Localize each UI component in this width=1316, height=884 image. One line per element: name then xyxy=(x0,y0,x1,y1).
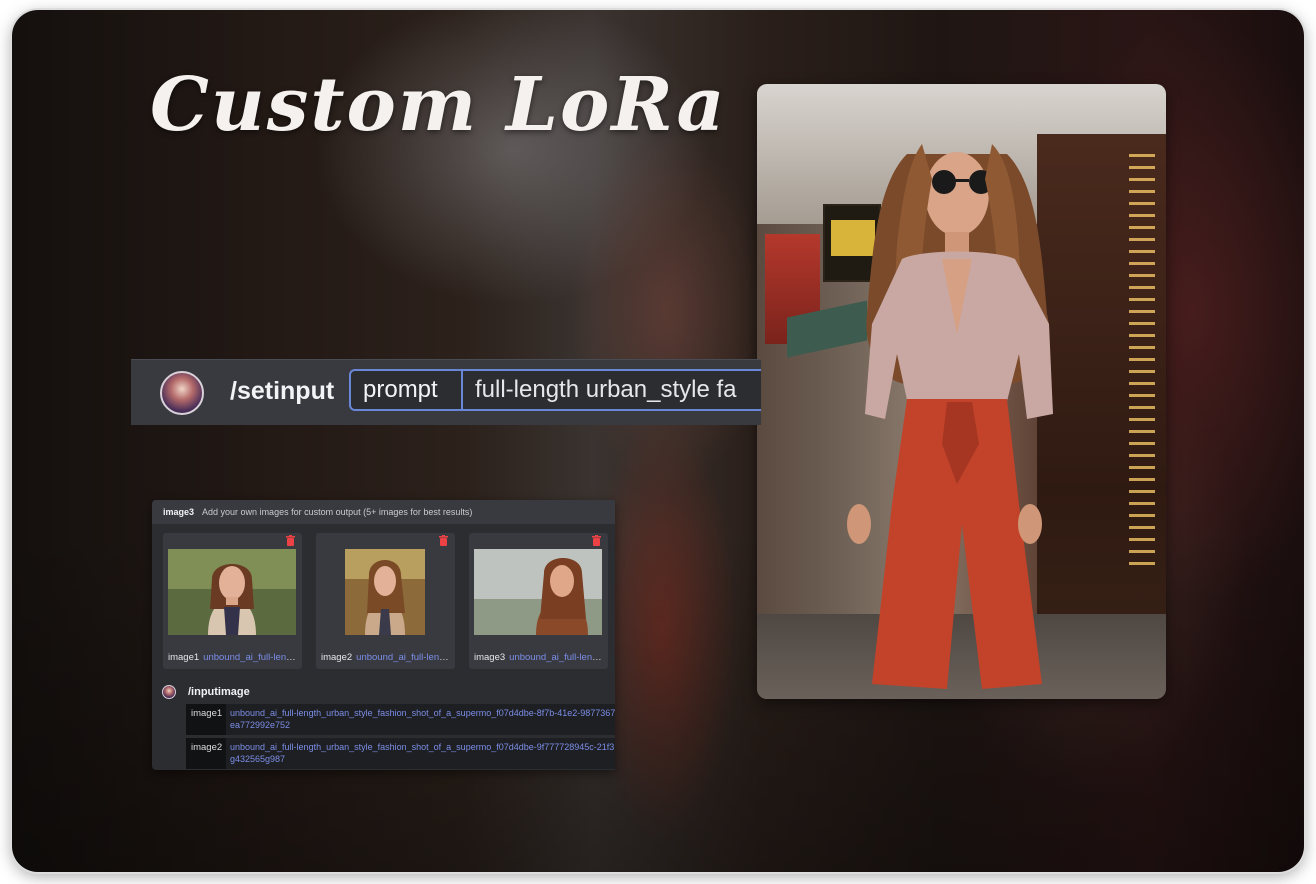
portrait-thumbnail[interactable] xyxy=(168,549,296,635)
command-name: /setinput xyxy=(230,377,335,405)
tile-filename-link[interactable]: unbound_ai_full-lengt... xyxy=(356,652,451,663)
bot-avatar xyxy=(162,685,176,699)
trash-icon[interactable] xyxy=(435,535,451,549)
tile-filename-link[interactable]: unbound_ai_full-lengt... xyxy=(203,652,298,663)
inputimage-entry: image2 unbound_ai_full-length_urban_styl… xyxy=(186,738,615,769)
inputimage-entry: image1 unbound_ai_full-length_urban_styl… xyxy=(186,704,615,735)
image-upload-panel: image3 Add your own images for custom ou… xyxy=(152,500,615,770)
tile-caption: image2 unbound_ai_full-lengt... xyxy=(321,652,451,663)
portrait-thumbnail[interactable] xyxy=(474,549,602,635)
inputimage-header: /inputimage xyxy=(162,685,250,699)
entry-key: image2 xyxy=(186,738,226,769)
tile-caption: image3 unbound_ai_full-lengt... xyxy=(474,652,604,663)
upload-tiles: image1 unbound_ai_full-lengt... image2 u… xyxy=(163,533,615,671)
trash-icon[interactable] xyxy=(588,535,604,549)
setinput-command-bar: /setinput prompt full-length urban_style… xyxy=(131,359,761,425)
upload-field-name: image3 xyxy=(163,507,195,517)
upload-hint: Add your own images for custom output (5… xyxy=(202,507,473,517)
entry-value-link[interactable]: unbound_ai_full-length_urban_style_fashi… xyxy=(230,707,615,733)
generated-image[interactable] xyxy=(757,84,1166,699)
upload-tile[interactable]: image2 unbound_ai_full-lengt... xyxy=(316,533,455,669)
param-label: prompt xyxy=(351,371,463,409)
bot-avatar xyxy=(160,371,204,415)
upload-tile[interactable]: image1 unbound_ai_full-lengt... xyxy=(163,533,302,669)
entry-value-link[interactable]: unbound_ai_full-length_urban_style_fashi… xyxy=(230,741,615,767)
portrait-thumbnail[interactable] xyxy=(321,549,449,635)
photo-model-figure xyxy=(847,144,1053,689)
trash-icon[interactable] xyxy=(282,535,298,549)
entry-key: image1 xyxy=(186,704,226,735)
upload-header: image3 Add your own images for custom ou… xyxy=(152,500,615,524)
command-input[interactable]: prompt full-length urban_style fa xyxy=(349,369,761,411)
inputimage-command: /inputimage xyxy=(188,686,250,698)
hero-title: Custom LoRa xyxy=(150,62,727,148)
tile-caption: image1 unbound_ai_full-lengt... xyxy=(168,652,298,663)
upload-tile[interactable]: image3 unbound_ai_full-lengt... xyxy=(469,533,608,669)
tile-filename-link[interactable]: unbound_ai_full-lengt... xyxy=(509,652,604,663)
param-value[interactable]: full-length urban_style fa xyxy=(475,371,737,409)
